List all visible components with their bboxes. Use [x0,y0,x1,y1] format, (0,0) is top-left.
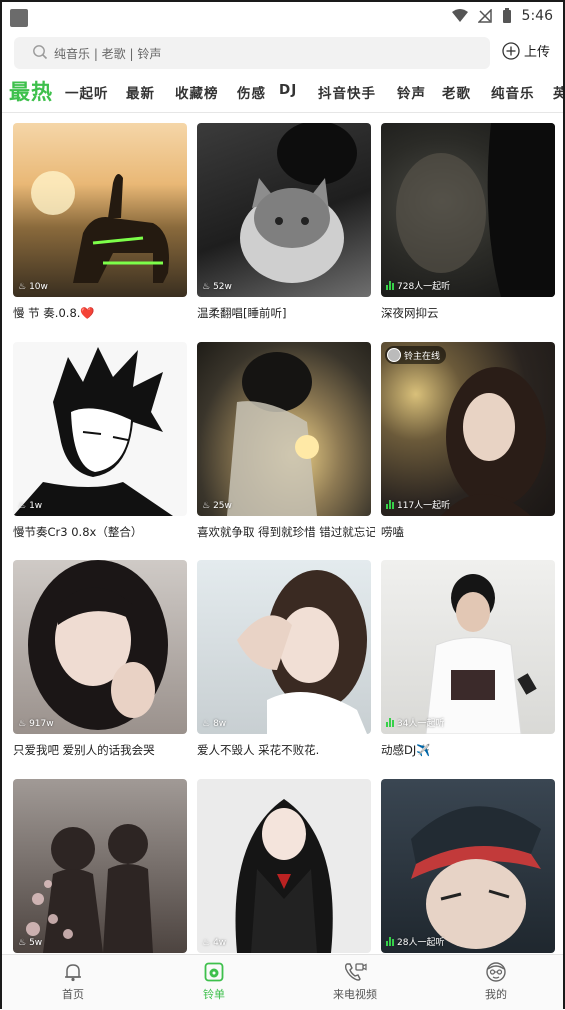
tab-english[interactable]: 英 [553,82,563,102]
nav-home[interactable]: 首页 [28,961,118,1002]
boy-phone-image [425,574,537,734]
nav-playlists[interactable]: 铃单 [169,961,259,1002]
nav-label: 铃单 [203,988,225,1001]
fire-icon: ♨ [18,938,27,948]
playlist-title[interactable]: 唠嗑 [381,524,559,540]
kitten-image [240,123,357,283]
tab-oldies[interactable]: 老歌 [442,82,471,102]
fire-icon: ♨ [202,719,211,729]
host-online-badge: 铃主在线 [385,346,447,364]
notification-icon [10,9,28,27]
tab-douyin-kuaishou[interactable]: 抖音快手 [318,82,376,102]
horse-rider-image [31,171,169,283]
play-count: ♨ 1w [18,501,43,511]
anime-boy-sketch-image [13,347,173,516]
playlist-card[interactable]: ♨ 10w [13,123,187,297]
battery-icon [502,8,511,23]
profile-icon [486,962,506,982]
playlist-title[interactable]: 温柔翻唱[睡前听] [197,305,375,321]
plus-circle-icon [502,41,520,60]
playlist-card[interactable]: ♨ 917w [13,560,187,734]
playlist-card[interactable]: 铃主在线 117人一起听 [381,342,555,516]
play-count: ♨ 5w [18,938,43,948]
girl-hand-image [237,570,367,734]
equalizer-icon [386,281,394,290]
tab-latest[interactable]: 最新 [126,82,155,102]
listening-count: 28人一起听 [386,935,444,948]
nav-label: 来电视频 [333,988,377,1001]
tab-hot[interactable]: 最热 [9,76,53,106]
wifi-icon [451,9,468,22]
anime-girl-uniform-image [235,799,333,953]
equalizer-icon [386,718,394,727]
playlist-title[interactable]: 慢 节 奏.0.8.❤️ [13,305,191,321]
playlist-card[interactable]: 728人一起听 [381,123,555,297]
playlist-title[interactable]: 爱人不毁人 采花不败花. [197,742,375,758]
status-icons: 5:46 [451,8,553,24]
fire-icon: ♨ [202,938,211,948]
no-signal-icon [477,9,492,23]
equalizer-icon [386,500,394,509]
playlist-title[interactable]: 慢节奏Cr3 0.8x（整合） [13,524,191,540]
girl-selfie-image [28,560,168,730]
listening-count: 34人一起听 [386,716,444,729]
playlist-title[interactable]: 只爱我吧 爱别人的话我会哭 [13,742,191,758]
fire-icon: ♨ [202,501,211,511]
play-count: ♨ 4w [202,938,227,948]
tab-favorites[interactable]: 收藏榜 [175,82,219,102]
category-tabs: 最热 一起听 最新 收藏榜 伤感 DJ 抖音快手 铃声 老歌 纯音乐 英 [2,74,563,112]
playlist-card[interactable]: ♨ 4w [197,779,371,953]
fire-icon: ♨ [18,282,27,292]
equalizer-icon [386,937,394,946]
play-count: ♨ 917w [18,719,54,729]
candle-light-image [227,352,319,516]
playlist-card[interactable]: ♨ 8w [197,560,371,734]
fire-icon: ♨ [18,719,27,729]
host-avatar [387,348,401,362]
girl-portrait-image [441,367,546,516]
upload-button[interactable]: 上传 [502,41,550,60]
tab-ringtones[interactable]: 铃声 [397,82,426,102]
playlist-title[interactable]: 深夜网抑云 [381,305,559,321]
upload-label: 上传 [524,45,551,60]
bottom-nav: 首页 铃单 来电视频 我的 [2,954,563,1010]
tab-pure-music[interactable]: 纯音乐 [491,82,535,102]
playlist-card[interactable]: ♨ 25w [197,342,371,516]
search-icon [33,45,48,60]
search-placeholder: 纯音乐 | 老歌 | 铃声 [54,47,162,61]
playlist-card[interactable]: 34人一起听 [381,560,555,734]
nav-profile[interactable]: 我的 [451,961,541,1002]
dark-portrait-image [396,123,555,297]
fire-icon: ♨ [18,501,27,511]
play-count: ♨ 10w [18,282,48,292]
phone-video-icon [344,963,367,981]
listening-count: 117人一起听 [386,498,450,511]
status-time: 5:46 [521,8,553,24]
playlist-card[interactable]: ♨ 52w [197,123,371,297]
nav-label: 首页 [62,988,84,1001]
play-count: ♨ 52w [202,282,232,292]
couple-blossom-image [26,824,153,953]
playlist-card[interactable]: 28人一起听 [381,779,555,953]
tab-dj[interactable]: DJ [279,82,297,98]
status-bar: 5:46 [2,2,563,34]
tab-listen-together[interactable]: 一起听 [65,82,109,102]
nav-call-video[interactable]: 来电视频 [310,961,400,1002]
search-bar[interactable]: 纯音乐 | 老歌 | 铃声 [14,37,490,69]
playlist-title[interactable]: 喜欢就争取 得到就珍惜 错过就忘记 [197,524,375,540]
playlist-title[interactable]: 动感DJ✈️ [381,742,559,758]
fire-icon: ♨ [202,282,211,292]
bell-icon [65,964,81,982]
playlist-icon [204,962,224,982]
play-count: ♨ 8w [202,719,227,729]
play-count: ♨ 25w [202,501,232,511]
playlist-card[interactable]: ♨ 5w [13,779,187,953]
nav-label: 我的 [485,988,507,1001]
playlist-card[interactable]: ♨ 1w [13,342,187,516]
tab-sad[interactable]: 伤感 [237,82,266,102]
listening-count: 728人一起听 [386,279,450,292]
anime-boy-cap-image [411,806,541,949]
tabs-divider [2,112,563,113]
